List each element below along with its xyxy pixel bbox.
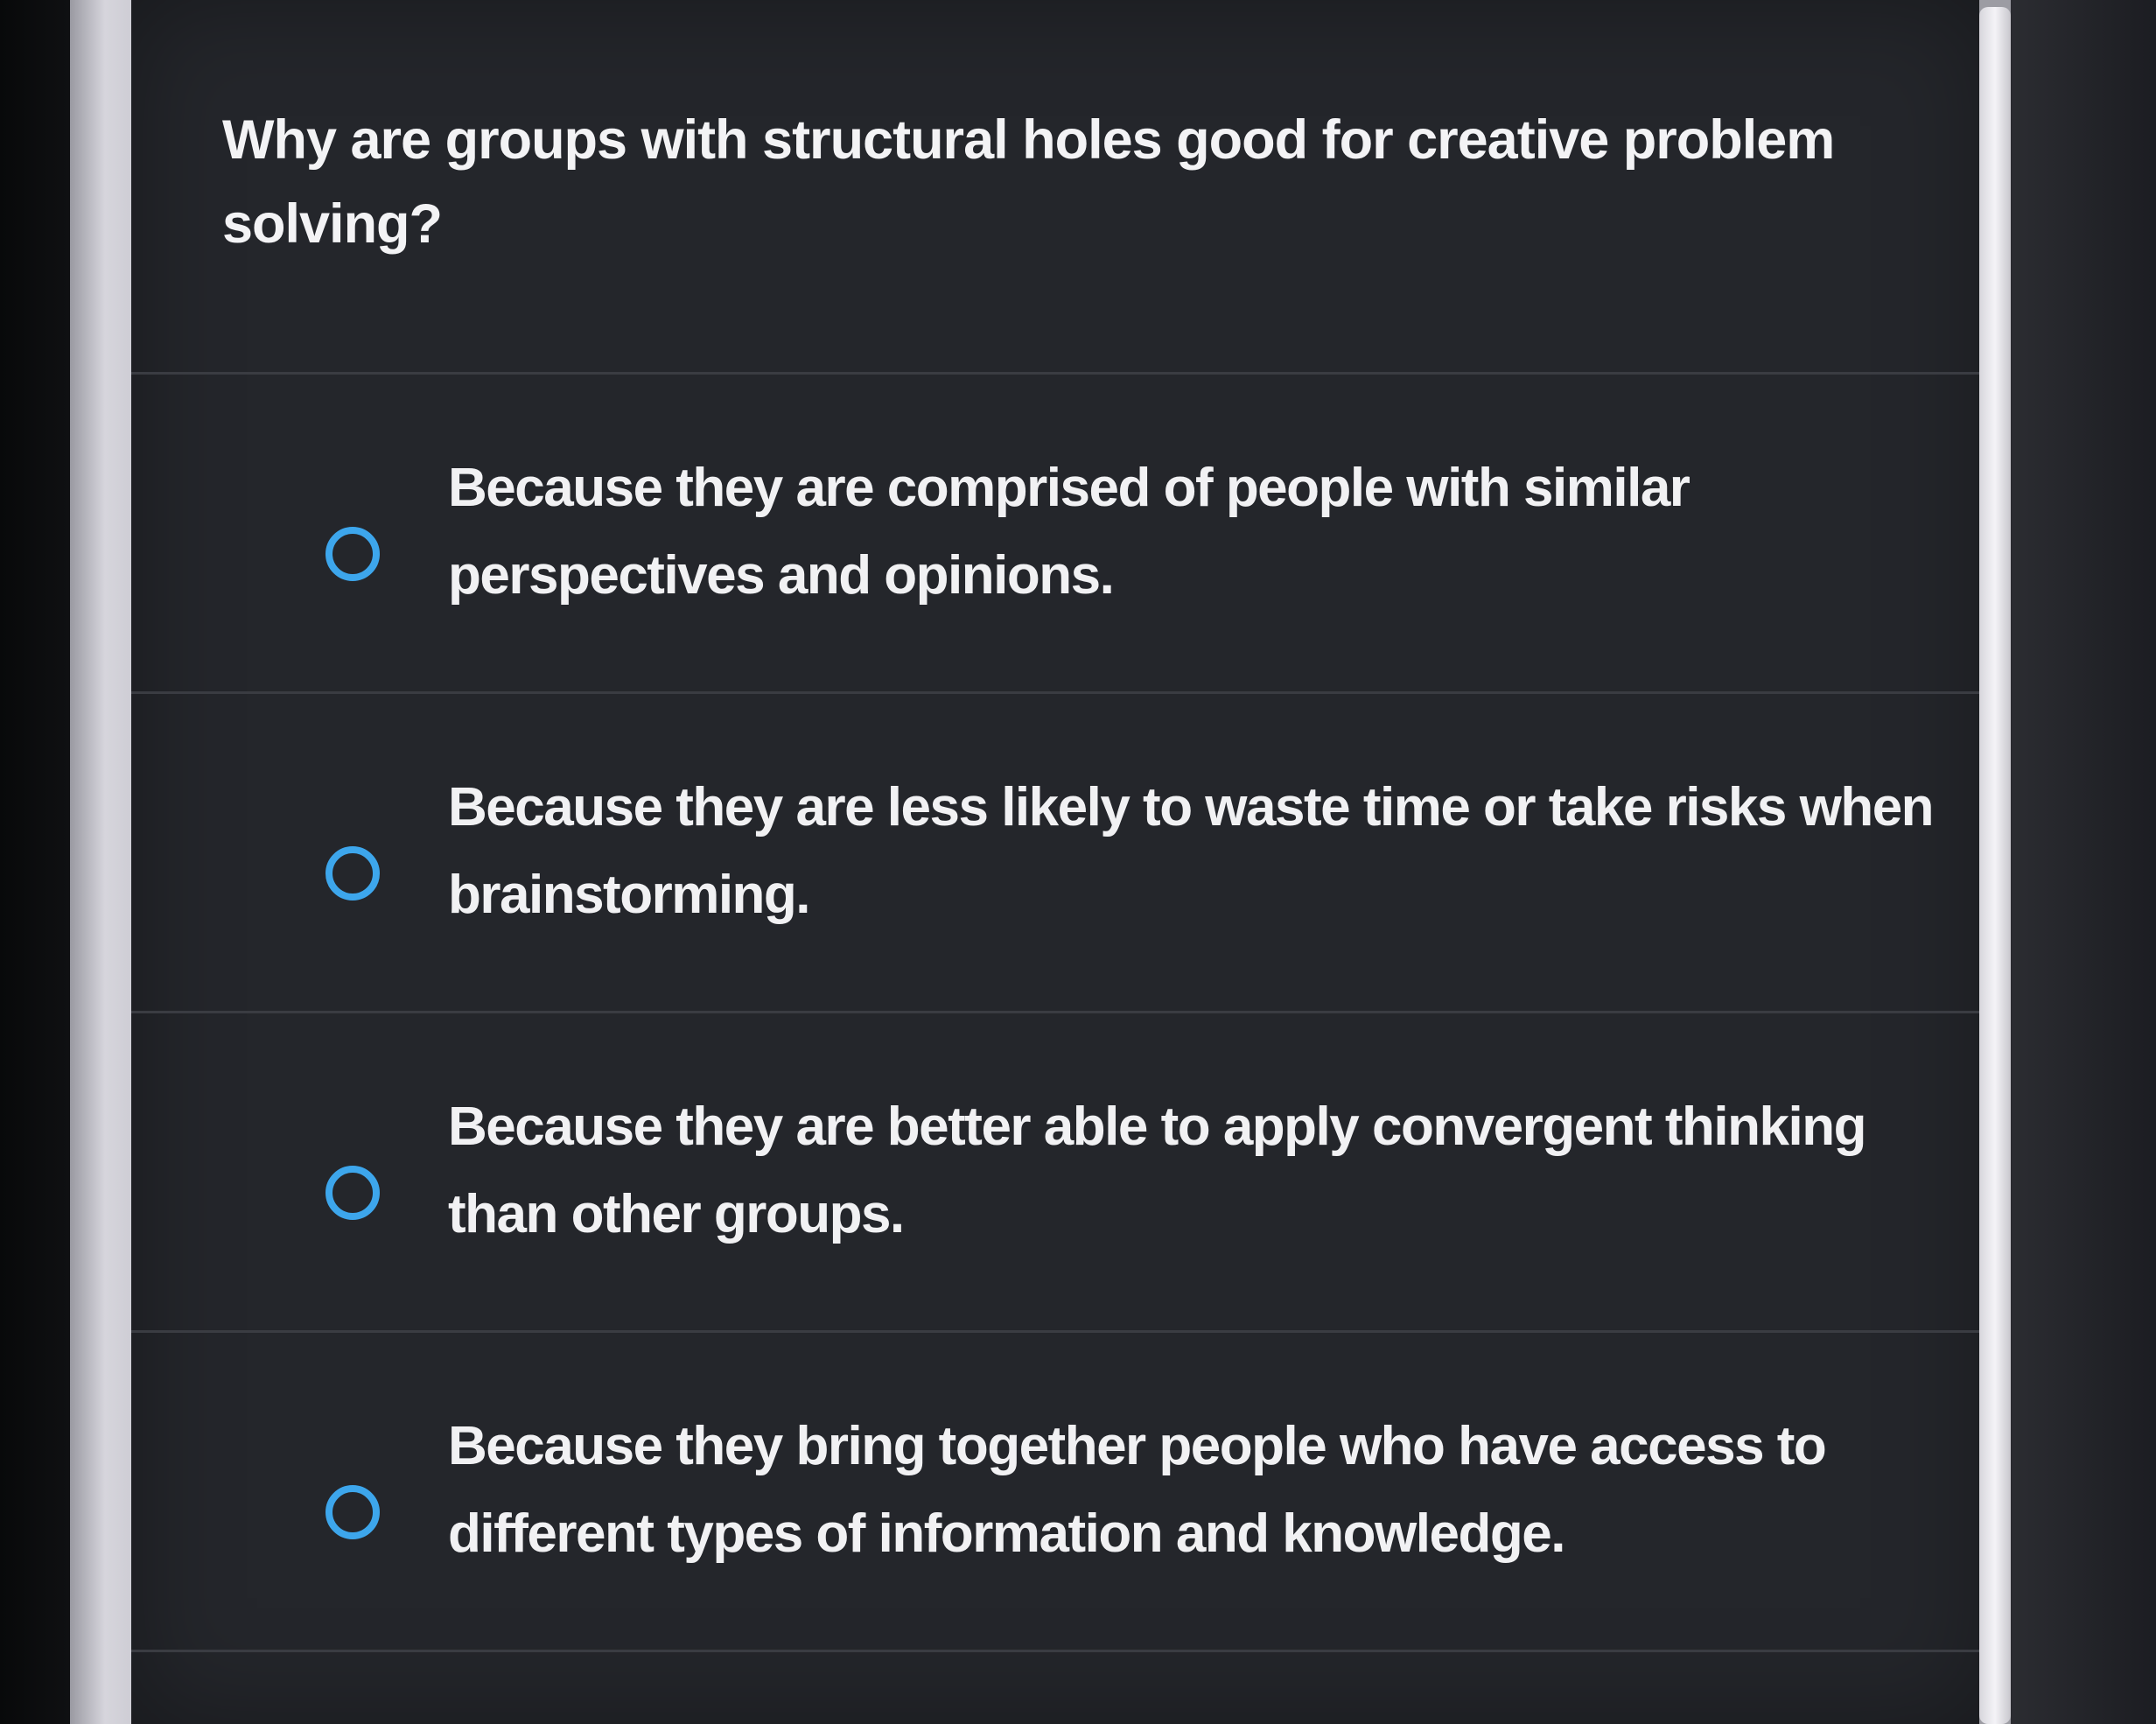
radio-button-icon[interactable] — [326, 1166, 380, 1220]
divider — [131, 372, 1986, 375]
answer-option-label: Because they are comprised of people wit… — [448, 458, 1690, 606]
answer-option-3[interactable]: Because they are better able to apply co… — [131, 1015, 1986, 1330]
answer-option-label: Because they bring together people who h… — [448, 1416, 1827, 1564]
answer-option-label: Because they are less likely to waste ti… — [448, 777, 1935, 925]
radio-button-icon[interactable] — [326, 527, 380, 581]
answer-option-2[interactable]: Because they are less likely to waste ti… — [131, 696, 1986, 1011]
scrollbar-thumb[interactable] — [1979, 7, 2011, 1724]
divider — [131, 1650, 1986, 1652]
divider — [131, 691, 1986, 694]
answer-option-label: Because they are better able to apply co… — [448, 1097, 1866, 1244]
divider — [131, 1011, 1986, 1013]
radio-button-icon[interactable] — [326, 846, 380, 901]
screen: Why are groups with structural holes goo… — [0, 0, 2156, 1724]
question-card: Why are groups with structural holes goo… — [131, 0, 1986, 1724]
answer-option-1[interactable]: Because they are comprised of people wit… — [131, 376, 1986, 691]
question-text: Why are groups with structural holes goo… — [222, 109, 1835, 255]
divider — [131, 1330, 1986, 1333]
radio-button-icon[interactable] — [326, 1485, 380, 1539]
answer-option-4[interactable]: Because they bring together people who h… — [131, 1335, 1986, 1650]
